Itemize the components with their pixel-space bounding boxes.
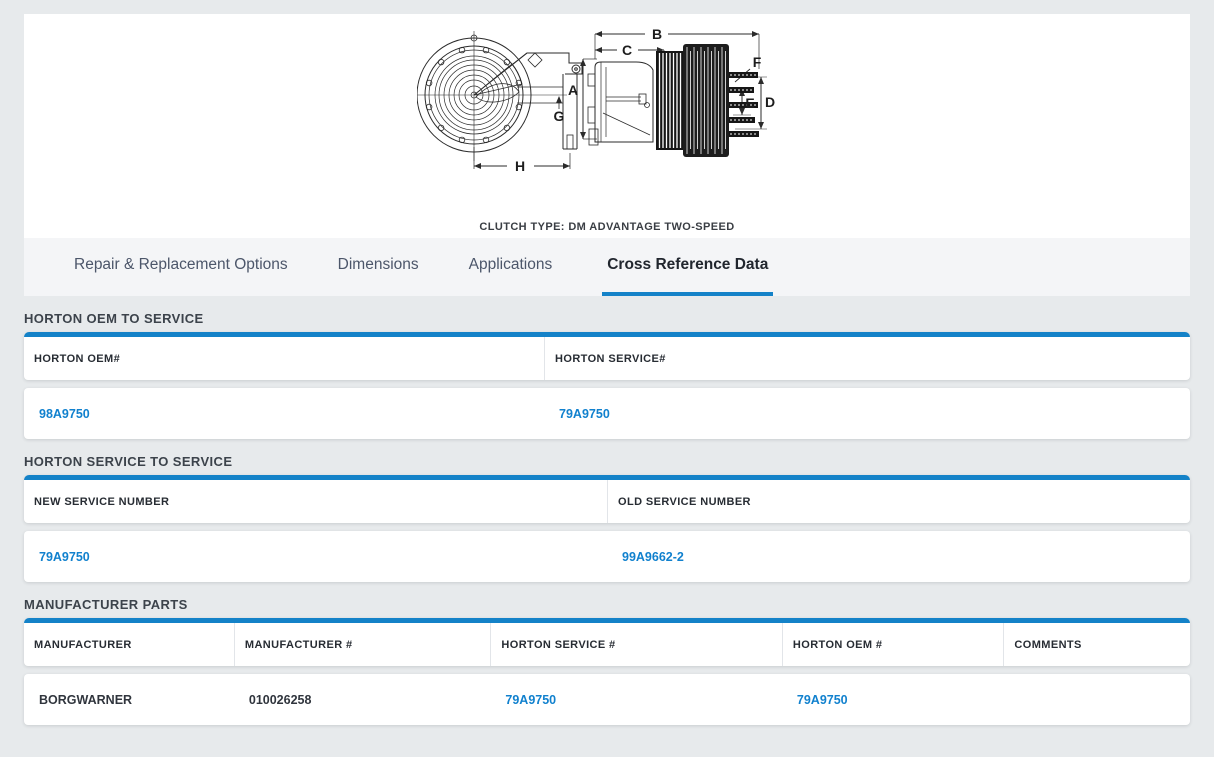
part-number-link[interactable]: 79A9750 — [797, 693, 848, 707]
section-horton-service-to-service: HORTON SERVICE TO SERVICE NEW SERVICE NUM… — [24, 454, 1190, 582]
dim-label-g: G — [554, 108, 565, 124]
table-cell: 99A9662-2 — [607, 550, 1190, 564]
column-header-comments: COMMENTS — [1003, 623, 1190, 666]
dim-label-c: C — [622, 42, 632, 58]
part-number-link[interactable]: 99A9662-2 — [622, 550, 684, 564]
table-cell: 79A9750 — [24, 550, 607, 564]
clutch-diagram: A B C D E F G H — [417, 17, 797, 190]
cell-text: 010026258 — [249, 693, 312, 707]
cross-reference-sections: HORTON OEM TO SERVICEHORTON OEM#HORTON S… — [24, 311, 1190, 725]
column-header-horton-service: HORTON SERVICE# — [544, 337, 1190, 380]
dim-label-a: A — [568, 82, 578, 98]
section-horton-oem-to-service: HORTON OEM TO SERVICE HORTON OEM#HORTON S… — [24, 311, 1190, 439]
part-number-link[interactable]: 79A9750 — [505, 693, 556, 707]
table-header-row: HORTON OEM#HORTON SERVICE# — [24, 332, 1190, 380]
part-number-link[interactable]: 98A9750 — [39, 407, 90, 421]
part-number-link[interactable]: 79A9750 — [559, 407, 610, 421]
tab-repair-replacement-options[interactable]: Repair & Replacement Options — [74, 238, 288, 296]
table-cell: BORGWARNER — [24, 693, 234, 707]
table-row: BORGWARNER 010026258 79A9750 79A9750 — [24, 674, 1190, 725]
tab-applications[interactable]: Applications — [469, 238, 553, 296]
table-header-row: NEW SERVICE NUMBEROLD SERVICE NUMBER — [24, 475, 1190, 523]
tab-dimensions[interactable]: Dimensions — [338, 238, 419, 296]
table-row: 98A9750 79A9750 — [24, 388, 1190, 439]
section-manufacturer-parts: MANUFACTURER PARTS MANUFACTURERMANUFACTUR… — [24, 597, 1190, 725]
dim-label-e: E — [745, 95, 754, 111]
cell-text: BORGWARNER — [39, 693, 132, 707]
dim-label-f: F — [753, 54, 762, 70]
dim-label-b: B — [652, 26, 662, 42]
dim-label-h: H — [515, 158, 525, 174]
table-header-row: MANUFACTURERMANUFACTURER #HORTON SERVICE… — [24, 618, 1190, 666]
section-title: HORTON OEM TO SERVICE — [24, 311, 1190, 326]
tab-cross-reference-data[interactable]: Cross Reference Data — [602, 238, 773, 296]
section-title: MANUFACTURER PARTS — [24, 597, 1190, 612]
column-header-manufacturer: MANUFACTURER — [24, 623, 234, 666]
table-cell: 79A9750 — [782, 693, 1004, 707]
tab-bar: Repair & Replacement Options Dimensions … — [24, 238, 1190, 296]
column-header-horton-service: HORTON SERVICE # — [490, 623, 782, 666]
table-cell: 79A9750 — [544, 407, 1190, 421]
table-cell: 79A9750 — [490, 693, 782, 707]
part-number-link[interactable]: 79A9750 — [39, 550, 90, 564]
column-header-new-service-number: NEW SERVICE NUMBER — [24, 480, 607, 523]
column-header-manufacturer: MANUFACTURER # — [234, 623, 491, 666]
table-row: 79A9750 99A9662-2 — [24, 531, 1190, 582]
section-title: HORTON SERVICE TO SERVICE — [24, 454, 1190, 469]
product-detail-page: A B C D E F G H CLUTCH TYPE: DM ADVANTAG… — [0, 0, 1214, 725]
clutch-technical-drawing: A B C D E F G H — [417, 17, 797, 185]
column-header-old-service-number: OLD SERVICE NUMBER — [607, 480, 1190, 523]
product-diagram-panel: A B C D E F G H CLUTCH TYPE: DM ADVANTAG… — [24, 14, 1190, 238]
column-header-horton-oem: HORTON OEM# — [24, 337, 544, 380]
table-cell: 98A9750 — [24, 407, 544, 421]
clutch-type-caption: CLUTCH TYPE: DM ADVANTAGE TWO-SPEED — [479, 221, 734, 233]
dim-label-d: D — [765, 94, 775, 110]
table-cell: 010026258 — [234, 693, 491, 707]
column-header-horton-oem: HORTON OEM # — [782, 623, 1004, 666]
